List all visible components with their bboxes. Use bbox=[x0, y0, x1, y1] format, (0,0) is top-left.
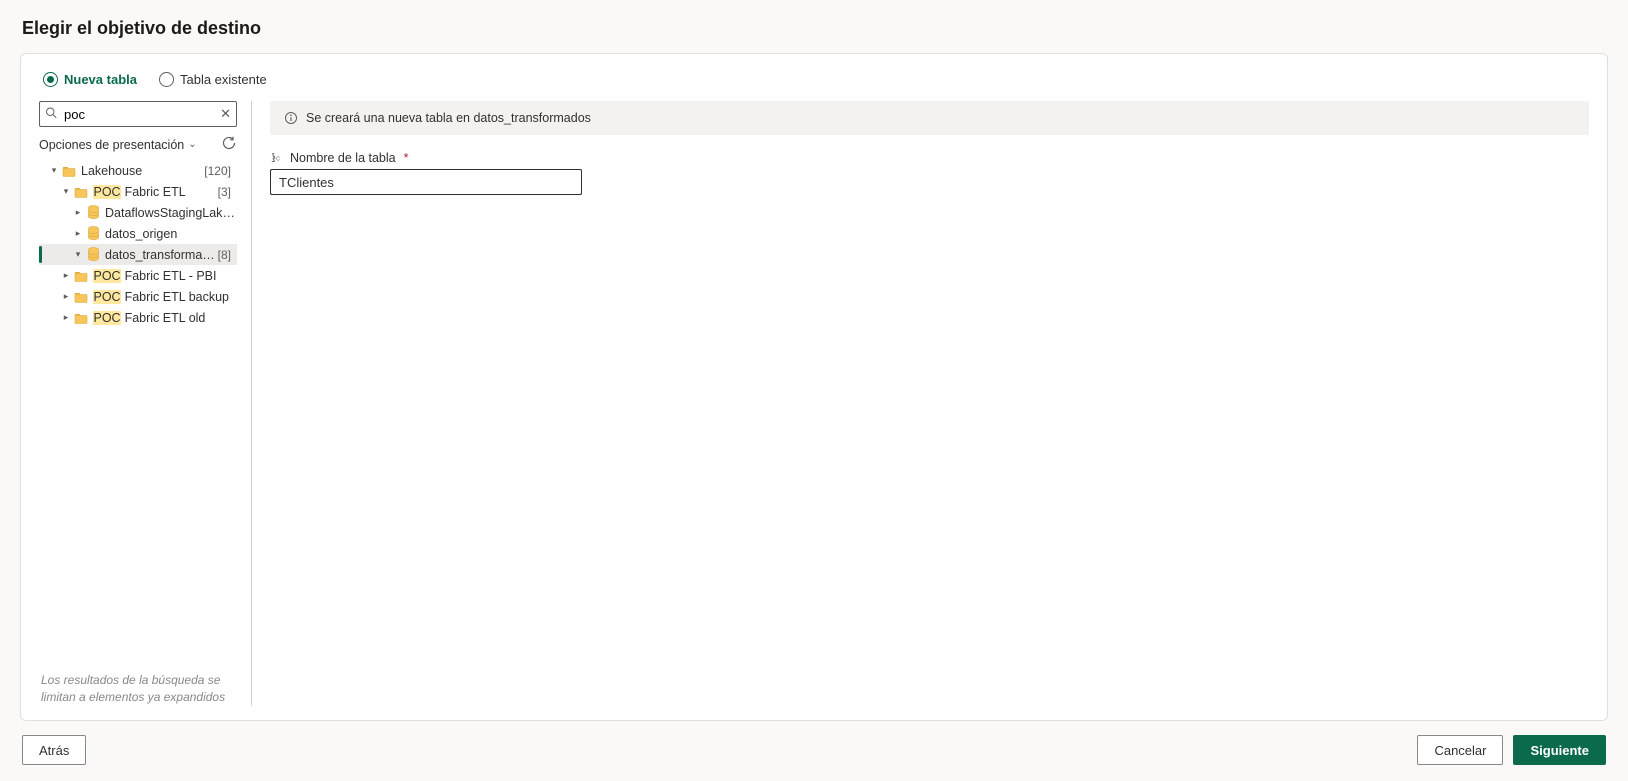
tree-item-label: datos_transformados bbox=[105, 248, 218, 262]
tree-item-label: DataflowsStagingLakehou… bbox=[105, 206, 237, 220]
database-icon bbox=[85, 247, 101, 263]
vertical-divider bbox=[251, 101, 252, 706]
expand-icon[interactable]: ▸ bbox=[73, 207, 83, 218]
expand-icon[interactable]: ▸ bbox=[61, 312, 71, 323]
tree-item-poc-fabric-etl-old[interactable]: ▸ POC Fabric ETL old bbox=[39, 307, 237, 328]
tree-item-label: POC Fabric ETL - PBI bbox=[93, 269, 237, 283]
tree-item-label: datos_origen bbox=[105, 227, 237, 241]
search-results-note: Los resultados de la búsqueda se limitan… bbox=[39, 668, 237, 720]
info-banner-text: Se creará una nueva tabla en datos_trans… bbox=[306, 111, 591, 125]
back-button[interactable]: Atrás bbox=[22, 735, 86, 765]
tree-item-poc-fabric-etl-pbi[interactable]: ▸ POC Fabric ETL - PBI bbox=[39, 265, 237, 286]
svg-text:C: C bbox=[276, 157, 280, 163]
clear-search-icon[interactable]: ✕ bbox=[220, 106, 231, 122]
display-options-label: Opciones de presentación bbox=[39, 138, 184, 152]
tree-item-count: [8] bbox=[218, 248, 237, 262]
tree-item-label: POC Fabric ETL bbox=[93, 185, 218, 199]
table-name-input[interactable] bbox=[270, 169, 582, 195]
tree-item-dataflows-staging[interactable]: ▸ DataflowsStagingLakehou… bbox=[39, 202, 237, 223]
folder-icon bbox=[73, 184, 89, 200]
tab-new-table-label: Nueva tabla bbox=[64, 72, 137, 87]
info-banner: Se creará una nueva tabla en datos_trans… bbox=[270, 101, 1589, 135]
tree-item-lakehouse[interactable]: ▾ Lakehouse [120] bbox=[39, 160, 237, 181]
folder-icon bbox=[73, 268, 89, 284]
folder-icon bbox=[73, 289, 89, 305]
tree-item-datos-origen[interactable]: ▸ datos_origen bbox=[39, 223, 237, 244]
collapse-icon[interactable]: ▾ bbox=[73, 249, 83, 260]
collapse-icon[interactable]: ▾ bbox=[61, 186, 71, 197]
cancel-button[interactable]: Cancelar bbox=[1417, 735, 1503, 765]
next-button[interactable]: Siguiente bbox=[1513, 735, 1606, 765]
tree-item-datos-transformados[interactable]: ▾ datos_transformados [8] bbox=[39, 244, 237, 265]
expand-icon[interactable]: ▸ bbox=[61, 291, 71, 302]
tab-existing-table[interactable]: Tabla existente bbox=[159, 72, 267, 87]
expand-icon[interactable]: ▸ bbox=[61, 270, 71, 281]
expand-icon[interactable]: ▸ bbox=[73, 228, 83, 239]
radio-selected-icon bbox=[43, 72, 58, 87]
folder-icon bbox=[73, 310, 89, 326]
search-icon bbox=[45, 107, 57, 122]
tree-item-count: [3] bbox=[218, 185, 237, 199]
radio-unselected-icon bbox=[159, 72, 174, 87]
tree-item-poc-fabric-etl-backup[interactable]: ▸ POC Fabric ETL backup bbox=[39, 286, 237, 307]
display-options-toggle[interactable]: Opciones de presentación ⌄ bbox=[39, 138, 197, 152]
required-marker: * bbox=[404, 151, 409, 165]
navigation-tree: ▾ Lakehouse [120] ▾ POC Fabric ETL [3] bbox=[39, 160, 237, 328]
search-input[interactable] bbox=[39, 101, 237, 127]
database-icon bbox=[85, 205, 101, 221]
folder-icon bbox=[61, 163, 77, 179]
tree-item-label: Lakehouse bbox=[81, 164, 204, 178]
info-icon bbox=[284, 111, 298, 125]
collapse-icon[interactable]: ▾ bbox=[49, 165, 59, 176]
tab-new-table[interactable]: Nueva tabla bbox=[43, 72, 137, 87]
chevron-down-icon: ⌄ bbox=[188, 139, 196, 150]
tree-item-label: POC Fabric ETL backup bbox=[93, 290, 237, 304]
tree-item-label: POC Fabric ETL old bbox=[93, 311, 237, 325]
page-title: Elegir el objetivo de destino bbox=[22, 18, 1608, 39]
rename-icon: C bbox=[270, 151, 284, 165]
tree-item-count: [120] bbox=[204, 164, 237, 178]
database-icon bbox=[85, 226, 101, 242]
tab-existing-table-label: Tabla existente bbox=[180, 72, 267, 87]
table-name-label: Nombre de la tabla bbox=[290, 151, 396, 165]
tree-item-poc-fabric-etl[interactable]: ▾ POC Fabric ETL [3] bbox=[39, 181, 237, 202]
refresh-icon[interactable] bbox=[221, 135, 237, 154]
